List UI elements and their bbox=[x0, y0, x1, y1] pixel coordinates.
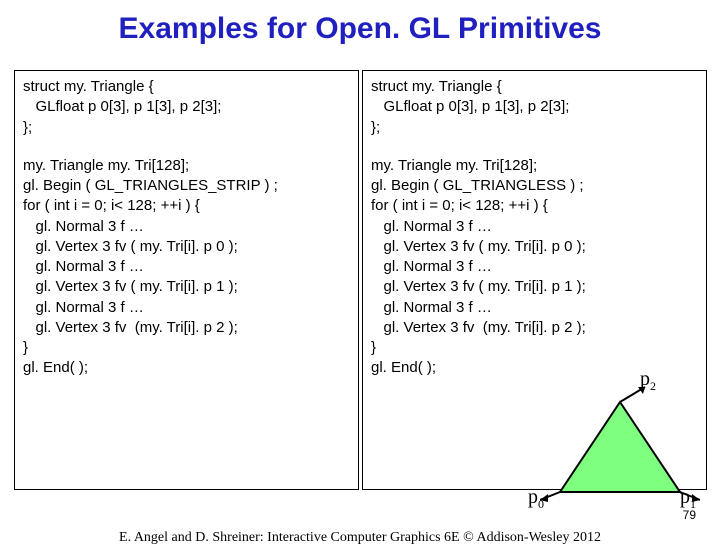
page-number: 79 bbox=[683, 508, 696, 522]
left-struct-block: struct my. Triangle { GLfloat p 0[3], p … bbox=[23, 77, 350, 138]
vertex-label-p0: p0 bbox=[528, 486, 544, 512]
footer-citation: E. Angel and D. Shreiner: Interactive Co… bbox=[0, 530, 720, 546]
right-render-block: my. Triangle my. Tri[128]; gl. Begin ( G… bbox=[371, 156, 698, 379]
left-render-block: my. Triangle my. Tri[128]; gl. Begin ( G… bbox=[23, 156, 350, 379]
vertex-label-p2: p2 bbox=[640, 368, 656, 394]
code-panel-left: struct my. Triangle { GLfloat p 0[3], p … bbox=[14, 70, 359, 490]
triangle-icon bbox=[540, 382, 700, 502]
right-struct-block: struct my. Triangle { GLfloat p 0[3], p … bbox=[371, 77, 698, 138]
triangle-diagram: p2 p0 p1 bbox=[540, 382, 700, 502]
slide-title: Examples for Open. GL Primitives bbox=[0, 12, 720, 46]
